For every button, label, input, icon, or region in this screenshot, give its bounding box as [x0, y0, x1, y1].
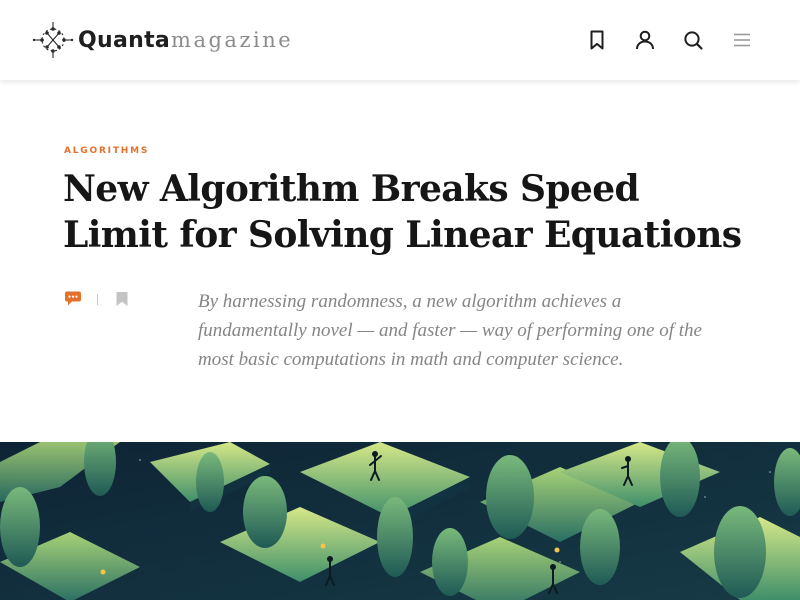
logo-wordmark-quanta: Quanta [78, 27, 171, 53]
meta-divider [97, 293, 98, 305]
article-category-link[interactable]: ALGORITHMS [64, 146, 149, 156]
article-title: New Algorithm Breaks Speed Limit for Sol… [63, 168, 742, 256]
site-logo[interactable]: Quanta magazine [32, 20, 293, 60]
user-icon[interactable] [633, 28, 657, 52]
article-dek: By harnessing randomness, a new algorith… [198, 291, 702, 370]
search-icon[interactable] [681, 28, 705, 52]
comment-icon[interactable] [64, 291, 82, 307]
logo-wordmark-magazine: magazine [171, 28, 294, 52]
quanta-logo-icon [32, 22, 74, 58]
hero-illustration [0, 442, 800, 600]
article-meta-actions [64, 290, 131, 308]
menu-icon[interactable] [730, 28, 754, 52]
bookmark-icon[interactable] [113, 291, 131, 307]
bookmark-icon[interactable] [585, 28, 609, 52]
site-header: Quanta magazine [0, 0, 800, 80]
